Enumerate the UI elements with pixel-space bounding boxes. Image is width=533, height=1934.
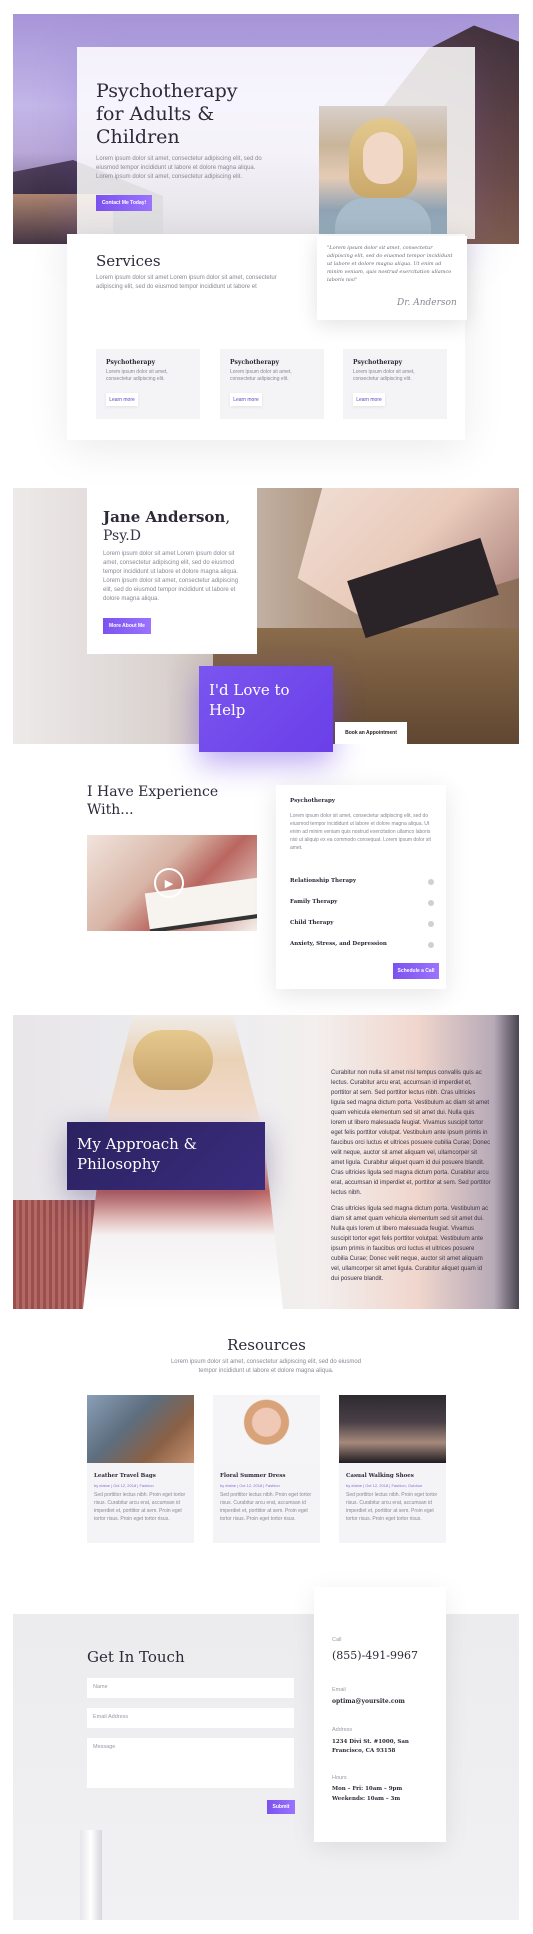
name-field[interactable]: Name bbox=[87, 1678, 294, 1698]
philosophy-panel: My Approach & Philosophy bbox=[67, 1122, 265, 1190]
testimonial-quote: "Lorem ipsum dolor sit amet, consectetur… bbox=[317, 236, 467, 320]
blog-excerpt: Sed porttitor lectus nibh. Proin eget to… bbox=[94, 1492, 186, 1522]
hero-title: Psychotherapy for Adults & Children bbox=[96, 80, 238, 148]
accordion-item[interactable]: Child Therapy bbox=[290, 920, 333, 926]
more-about-me-button[interactable]: More About Me bbox=[103, 618, 151, 634]
about-name-line: Jane Anderson, bbox=[103, 508, 230, 526]
play-icon[interactable]: ▶ bbox=[154, 868, 184, 898]
address-label: Address bbox=[332, 1727, 353, 1733]
service-card-text: Lorem ipsum dolor sit amet, consectetur … bbox=[353, 369, 415, 382]
address-text: 1234 Divi St. #1000, San Francisco, CA 9… bbox=[332, 1739, 409, 1754]
service-card-title: Psychotherapy bbox=[106, 359, 156, 366]
expand-icon[interactable] bbox=[428, 942, 434, 948]
book-appointment-button[interactable]: Book an Appointment bbox=[335, 722, 407, 744]
hours-label: Hours bbox=[332, 1775, 347, 1781]
blog-image[interactable] bbox=[87, 1395, 194, 1463]
resources-title: Resources bbox=[227, 1336, 306, 1354]
resources-text: Lorem ipsum dolor sit amet, consectetur … bbox=[170, 1359, 362, 1374]
blog-image[interactable] bbox=[213, 1395, 320, 1463]
about-name: Jane Anderson bbox=[103, 508, 226, 526]
contact-me-button[interactable]: Contact Me Today! bbox=[96, 195, 152, 211]
service-card-title: Psychotherapy bbox=[230, 359, 280, 366]
learn-more-button[interactable]: Learn more bbox=[230, 393, 262, 406]
approach-text-1: Curabitur non nulla sit amet nisl tempus… bbox=[331, 1070, 491, 1196]
about-credential: Psy.D bbox=[103, 528, 141, 544]
photo-hair bbox=[133, 1030, 213, 1090]
quote-text: "Lorem ipsum dolor sit amet, consectetur… bbox=[327, 245, 453, 283]
learn-more-button[interactable]: Learn more bbox=[353, 393, 385, 406]
approach-text-2: Cras ultricies ligula sed magna dictum p… bbox=[331, 1206, 489, 1282]
accordion-item-psychotherapy[interactable]: Psychotherapy bbox=[290, 798, 335, 804]
blog-card[interactable]: Leather Travel Bags by elaine | Oct 12, … bbox=[87, 1395, 194, 1543]
call-label: Call bbox=[332, 1637, 342, 1643]
blog-image[interactable] bbox=[339, 1395, 446, 1463]
hero-text: Lorem ipsum dolor sit amet, consectetur … bbox=[96, 156, 262, 180]
accordion-item[interactable]: Anxiety, Stress, and Depression bbox=[290, 941, 387, 947]
expand-icon[interactable] bbox=[428, 879, 434, 885]
lighthouse-image bbox=[80, 1830, 102, 1920]
blog-excerpt: Sed porttitor lectus nibh. Proin eget to… bbox=[220, 1492, 312, 1522]
learn-more-button[interactable]: Learn more bbox=[106, 393, 138, 406]
help-panel: I'd Love to Help bbox=[199, 666, 333, 752]
accordion-item[interactable]: Relationship Therapy bbox=[290, 878, 356, 884]
email-field[interactable]: Email Address bbox=[87, 1708, 294, 1728]
blog-card[interactable]: Floral Summer Dress by elaine | Oct 12, … bbox=[213, 1395, 320, 1543]
email-label: Email bbox=[332, 1687, 346, 1693]
service-card-text: Lorem ipsum dolor sit amet, consectetur … bbox=[106, 369, 168, 382]
help-heading: I'd Love to Help bbox=[209, 681, 290, 719]
blog-title[interactable]: Casual Walking Shoes bbox=[346, 1473, 414, 1479]
portrait-face bbox=[363, 132, 403, 184]
blog-meta[interactable]: by elaine | Oct 12, 2018 | Fashion, Outd… bbox=[346, 1483, 422, 1488]
submit-button[interactable]: Submit bbox=[267, 1800, 295, 1814]
signature: Dr. Anderson bbox=[397, 298, 457, 308]
accordion-open-text: Lorem ipsum dolor sit amet, consectetur … bbox=[290, 813, 431, 851]
blog-meta[interactable]: by elaine | Oct 12, 2018 | Fashion bbox=[220, 1483, 280, 1488]
services-text: Lorem ipsum dolor sit amet Lorem ipsum d… bbox=[96, 275, 277, 290]
hours-weekend: Weekends: 10am – 3m bbox=[332, 1796, 401, 1802]
blog-card[interactable]: Casual Walking Shoes by elaine | Oct 12,… bbox=[339, 1395, 446, 1543]
experience-title: I Have Experience With... bbox=[87, 784, 219, 818]
blog-excerpt: Sed porttitor lectus nibh. Proin eget to… bbox=[346, 1492, 438, 1522]
email-address[interactable]: optima@yoursite.com bbox=[332, 1698, 405, 1705]
service-card: Psychotherapy Lorem ipsum dolor sit amet… bbox=[220, 349, 324, 419]
contact-info-card: Call (855)-491-9967 Email optima@yoursit… bbox=[314, 1587, 446, 1842]
service-card-text: Lorem ipsum dolor sit amet, consectetur … bbox=[230, 369, 292, 382]
blog-meta[interactable]: by elaine | Oct 12, 2018 | Fashion bbox=[94, 1483, 154, 1488]
schedule-call-button[interactable]: Schedule a Call bbox=[393, 963, 439, 979]
service-card: Psychotherapy Lorem ipsum dolor sit amet… bbox=[96, 349, 200, 419]
contact-title: Get In Touch bbox=[87, 1648, 185, 1666]
hours-weekday: Mon – Fri: 10am – 9pm bbox=[332, 1786, 403, 1792]
about-name-comma: , bbox=[225, 508, 231, 526]
philosophy-heading: My Approach & Philosophy bbox=[77, 1135, 197, 1173]
blog-title[interactable]: Leather Travel Bags bbox=[94, 1473, 156, 1479]
expand-icon[interactable] bbox=[428, 921, 434, 927]
phone-number[interactable]: (855)-491-9967 bbox=[332, 1649, 418, 1662]
portrait-sweater bbox=[335, 198, 431, 236]
services-title: Services bbox=[96, 252, 161, 270]
about-text: Lorem ipsum dolor sit amet Lorem ipsum d… bbox=[103, 551, 239, 602]
about-card: Jane Anderson, Psy.D Lorem ipsum dolor s… bbox=[87, 488, 257, 654]
blog-title[interactable]: Floral Summer Dress bbox=[220, 1473, 285, 1479]
portrait-photo bbox=[319, 106, 447, 236]
expand-icon[interactable] bbox=[428, 900, 434, 906]
service-card-title: Psychotherapy bbox=[353, 359, 403, 366]
accordion-item[interactable]: Family Therapy bbox=[290, 899, 337, 905]
service-card: Psychotherapy Lorem ipsum dolor sit amet… bbox=[343, 349, 447, 419]
message-field[interactable]: Message bbox=[87, 1738, 294, 1788]
